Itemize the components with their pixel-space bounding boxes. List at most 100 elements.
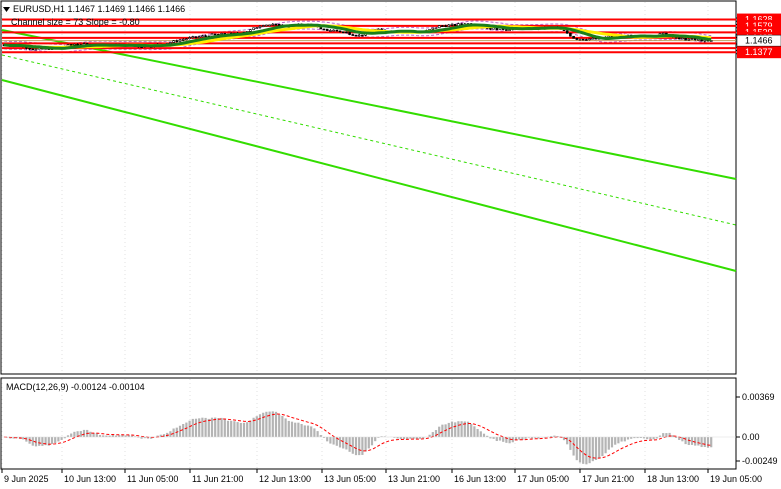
macd-bar	[188, 420, 191, 437]
macd-bar	[502, 437, 505, 442]
candle-body	[684, 37, 687, 41]
candle-body	[690, 38, 694, 40]
level-tag-label: 1.1377	[745, 47, 773, 57]
macd-bar	[297, 422, 300, 437]
channel-lower-line	[1, 79, 737, 272]
macd-bar	[585, 437, 588, 465]
macd-bar	[582, 437, 585, 464]
macd-bar	[710, 437, 713, 448]
macd-bar	[690, 437, 694, 445]
candle-body	[188, 37, 191, 40]
candle-body	[681, 37, 684, 40]
macd-bar	[367, 437, 370, 449]
macd-bar	[700, 437, 703, 448]
candle-body	[687, 38, 691, 41]
vertical-grid	[1, 2, 709, 468]
trading-chart[interactable]: 1.16401.16151.15901.15651.15401.15151.14…	[0, 0, 781, 489]
time-tick-label: 19 Jun 05:00	[710, 474, 762, 484]
candle-body	[28, 47, 31, 50]
macd-bar	[370, 437, 374, 446]
candle-body	[204, 35, 207, 38]
macd-bar	[594, 437, 598, 460]
time-tick-label: 13 Jun 05:00	[324, 474, 376, 484]
macd-bar	[230, 420, 233, 437]
macd-bar	[620, 437, 623, 442]
candle-body	[572, 35, 575, 39]
candle-body	[351, 34, 355, 36]
macd-bar	[274, 411, 278, 437]
candle-body	[322, 28, 326, 31]
macd-bar	[598, 437, 601, 458]
macd-histogram	[6, 411, 713, 465]
macd-bar	[50, 437, 54, 444]
macd-bar	[201, 417, 204, 437]
candle-body	[431, 27, 435, 30]
macd-bar	[319, 435, 322, 437]
macd-bar	[498, 437, 502, 441]
candle-body	[450, 24, 454, 26]
macd-bar	[226, 420, 230, 437]
time-tick-label: 11 Jun 05:00	[127, 474, 178, 484]
candle-body	[172, 40, 175, 43]
macd-bar	[418, 437, 422, 439]
macd-bar	[649, 437, 652, 440]
candle-body	[255, 27, 259, 29]
macd-bar	[54, 437, 57, 444]
macd-bar	[290, 421, 294, 437]
macd-bar	[694, 437, 697, 446]
candle-body	[252, 27, 255, 30]
candle-body	[575, 38, 579, 40]
macd-bar	[406, 437, 409, 440]
candle-body	[437, 25, 441, 29]
macd-bar	[220, 417, 223, 437]
macd-bar	[412, 437, 415, 439]
macd-bar	[281, 415, 284, 437]
candle-body	[197, 36, 201, 38]
macd-bar	[294, 422, 297, 437]
macd-bar	[198, 418, 201, 437]
candle-body	[453, 24, 457, 26]
macd-bar	[194, 418, 198, 437]
macd-bar	[338, 437, 342, 448]
macd-bar	[329, 437, 332, 444]
candle-body	[661, 32, 665, 35]
chart-header[interactable]: EURUSD,H1 1.1467 1.1469 1.1466 1.1466	[3, 4, 185, 14]
candle-body	[191, 36, 195, 38]
candle-body	[361, 34, 364, 37]
time-tick-label: 13 Jun 21:00	[388, 474, 440, 484]
candle-body	[31, 48, 35, 51]
macd-bar	[313, 428, 316, 437]
candle-body	[268, 24, 271, 27]
macd-bar	[57, 437, 60, 442]
macd-bar	[402, 437, 406, 440]
macd-bar	[82, 429, 86, 437]
macd-bar	[684, 437, 687, 445]
macd-bar	[457, 421, 460, 437]
current-price-tag: 1.1466	[736, 34, 781, 47]
macd-bar	[492, 437, 495, 439]
macd-bar	[364, 437, 367, 452]
candle-body	[76, 43, 79, 46]
macd-bar	[79, 431, 82, 437]
macd-bar	[361, 437, 364, 455]
candle-body	[357, 34, 361, 37]
candle-body	[341, 31, 345, 34]
macd-bar	[172, 428, 175, 437]
macd-bar	[303, 425, 306, 437]
macd-bar	[399, 437, 402, 440]
macd-bar	[236, 422, 239, 437]
candle-body	[73, 43, 76, 46]
macd-bar	[473, 426, 476, 437]
candle-body	[265, 24, 268, 27]
candle-body	[319, 26, 323, 30]
macd-bar	[572, 437, 575, 456]
candle-body	[178, 39, 182, 42]
macd-bar	[249, 420, 252, 437]
macd-bar	[358, 437, 361, 456]
macd-bar	[681, 437, 684, 442]
macd-bar	[92, 433, 95, 437]
macd-bar	[326, 437, 329, 442]
macd-bar	[623, 437, 626, 442]
triangle-down-icon[interactable]	[3, 7, 10, 12]
macd-bar	[178, 425, 182, 437]
